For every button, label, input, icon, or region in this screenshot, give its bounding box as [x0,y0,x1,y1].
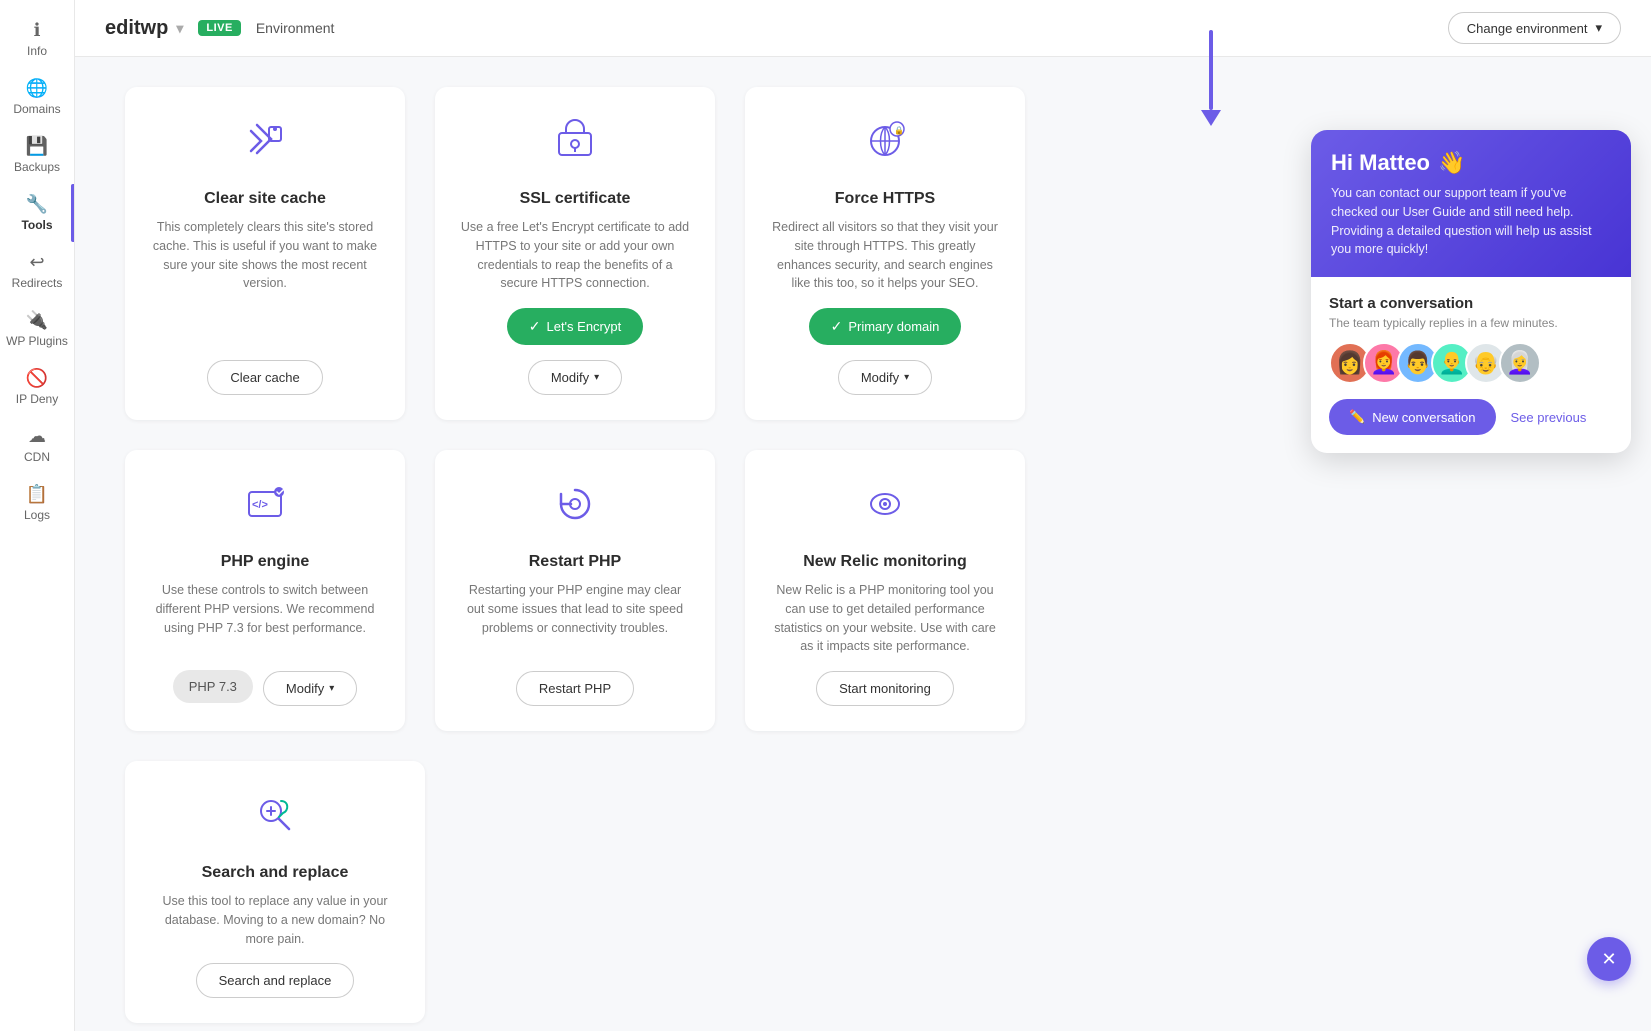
php-engine-title: PHP engine [221,553,310,571]
force-https-icon: 🔒 [861,117,909,175]
chat-description: You can contact our support team if you'… [1331,184,1611,259]
chat-greeting: Hi Matteo 👋 [1331,150,1611,176]
sidebar-item-wp-plugins[interactable]: 🔌 WP Plugins [0,300,74,358]
environment-label: Environment [256,20,335,36]
chat-widget: Hi Matteo 👋 You can contact our support … [1311,130,1631,453]
sidebar-item-cdn[interactable]: ☁ CDN [0,416,74,474]
primary-domain-button[interactable]: ✓ Primary domain [809,308,962,345]
logo: editwp ▾ [105,17,183,40]
tool-card-new-relic: New Relic monitoring New Relic is a PHP … [745,450,1025,731]
sidebar-item-redirects[interactable]: ↩ Redirects [0,242,74,300]
https-modify-button[interactable]: Modify ▾ [838,360,932,395]
tool-card-search-replace: Search and replace Use this tool to repl… [125,761,425,1023]
tool-card-php-engine: </> PHP engine Use these controls to swi… [125,450,405,731]
clear-cache-desc: This completely clears this site's store… [150,218,380,345]
chat-body: Start a conversation The team typically … [1311,277,1631,453]
wp-plugins-icon: 🔌 [5,310,69,331]
new-relic-title: New Relic monitoring [803,553,967,571]
svg-text:</>: </> [252,499,268,511]
live-badge: LIVE [198,20,240,36]
clear-cache-button[interactable]: Clear cache [207,360,322,395]
start-monitoring-button[interactable]: Start monitoring [816,671,954,706]
down-arrow-decoration [1201,57,1221,126]
reply-time: The team typically replies in a few minu… [1329,316,1613,330]
chevron-down-icon: ▾ [1595,20,1602,36]
lets-encrypt-button[interactable]: ✓ Let's Encrypt [507,308,643,345]
header: editwp ▾ LIVE Environment Change environ… [75,0,1651,57]
see-previous-link[interactable]: See previous [1511,410,1587,425]
chevron-down-icon: ▾ [594,372,599,383]
close-chat-button[interactable]: ✕ [1587,937,1631,981]
ssl-modify-button[interactable]: Modify ▾ [528,360,622,395]
logs-icon: 📋 [5,484,69,505]
restart-php-desc: Restarting your PHP engine may clear out… [460,581,690,656]
ip-deny-icon: 🚫 [5,368,69,389]
tool-card-force-https: 🔒 Force HTTPS Redirect all visitors so t… [745,87,1025,420]
clear-cache-title: Clear site cache [204,190,326,208]
sidebar-item-ip-deny[interactable]: 🚫 IP Deny [0,358,74,416]
restart-php-title: Restart PHP [529,553,621,571]
conversation-title: Start a conversation [1329,295,1613,312]
php-engine-desc: Use these controls to switch between dif… [150,581,380,651]
php-version-row: PHP 7.3 Modify ▾ [173,666,358,706]
redirects-icon: ↩ [5,252,69,273]
new-relic-desc: New Relic is a PHP monitoring tool you c… [770,581,1000,656]
search-replace-icon [251,791,299,849]
tool-card-clear-cache: Clear site cache This completely clears … [125,87,405,420]
php-engine-icon: </> [241,480,289,538]
sidebar-item-domains[interactable]: 🌐 Domains [0,68,74,126]
sidebar-item-info[interactable]: ℹ Info [0,10,74,68]
force-https-title: Force HTTPS [835,190,935,208]
chevron-down-icon: ▾ [329,683,334,694]
sidebar-item-tools[interactable]: 🔧 Tools [0,184,74,242]
new-relic-icon [861,480,909,538]
domains-icon: 🌐 [5,78,69,99]
php-modify-button[interactable]: Modify ▾ [263,671,357,706]
ssl-title: SSL certificate [520,190,631,208]
close-icon: ✕ [1601,949,1616,970]
avatar-6: 👩‍🦳 [1499,342,1541,384]
search-replace-desc: Use this tool to replace any value in yo… [150,892,400,948]
tools-grid: Clear site cache This completely clears … [125,87,1025,731]
search-replace-button[interactable]: Search and replace [196,963,355,998]
tool-card-ssl-certificate: SSL certificate Use a free Let's Encrypt… [435,87,715,420]
team-avatars: 👩 👩‍🦰 👨 👨‍🦲 👴 👩‍🦳 [1329,342,1613,384]
svg-text:🔒: 🔒 [894,126,904,135]
restart-php-icon [551,480,599,538]
cdn-icon: ☁ [5,426,69,447]
new-conversation-button[interactable]: ✏️ New conversation [1329,399,1496,435]
info-icon: ℹ [5,20,69,41]
tools-icon: 🔧 [5,194,69,215]
sidebar: ℹ Info 🌐 Domains 💾 Backups 🔧 Tools ↩ Red… [0,0,75,1031]
force-https-desc: Redirect all visitors so that they visit… [770,218,1000,293]
php-version-badge: PHP 7.3 [173,670,253,703]
pencil-icon: ✏️ [1349,409,1365,425]
sidebar-item-logs[interactable]: 📋 Logs [0,474,74,532]
sidebar-item-backups[interactable]: 💾 Backups [0,126,74,184]
ssl-icon [551,117,599,175]
change-environment-button[interactable]: Change environment ▾ [1448,12,1621,44]
search-replace-title: Search and replace [202,864,349,882]
chat-header: Hi Matteo 👋 You can contact our support … [1311,130,1631,277]
chevron-down-icon: ▾ [904,372,909,383]
ssl-desc: Use a free Let's Encrypt certificate to … [460,218,690,293]
tool-card-restart-php: Restart PHP Restarting your PHP engine m… [435,450,715,731]
clear-cache-icon [241,117,289,175]
chat-actions: ✏️ New conversation See previous [1329,399,1613,435]
logo-text: editwp [105,17,168,40]
logo-chevron: ▾ [176,20,183,37]
restart-php-button[interactable]: Restart PHP [516,671,634,706]
search-replace-section: Search and replace Use this tool to repl… [125,761,425,1023]
backups-icon: 💾 [5,136,69,157]
